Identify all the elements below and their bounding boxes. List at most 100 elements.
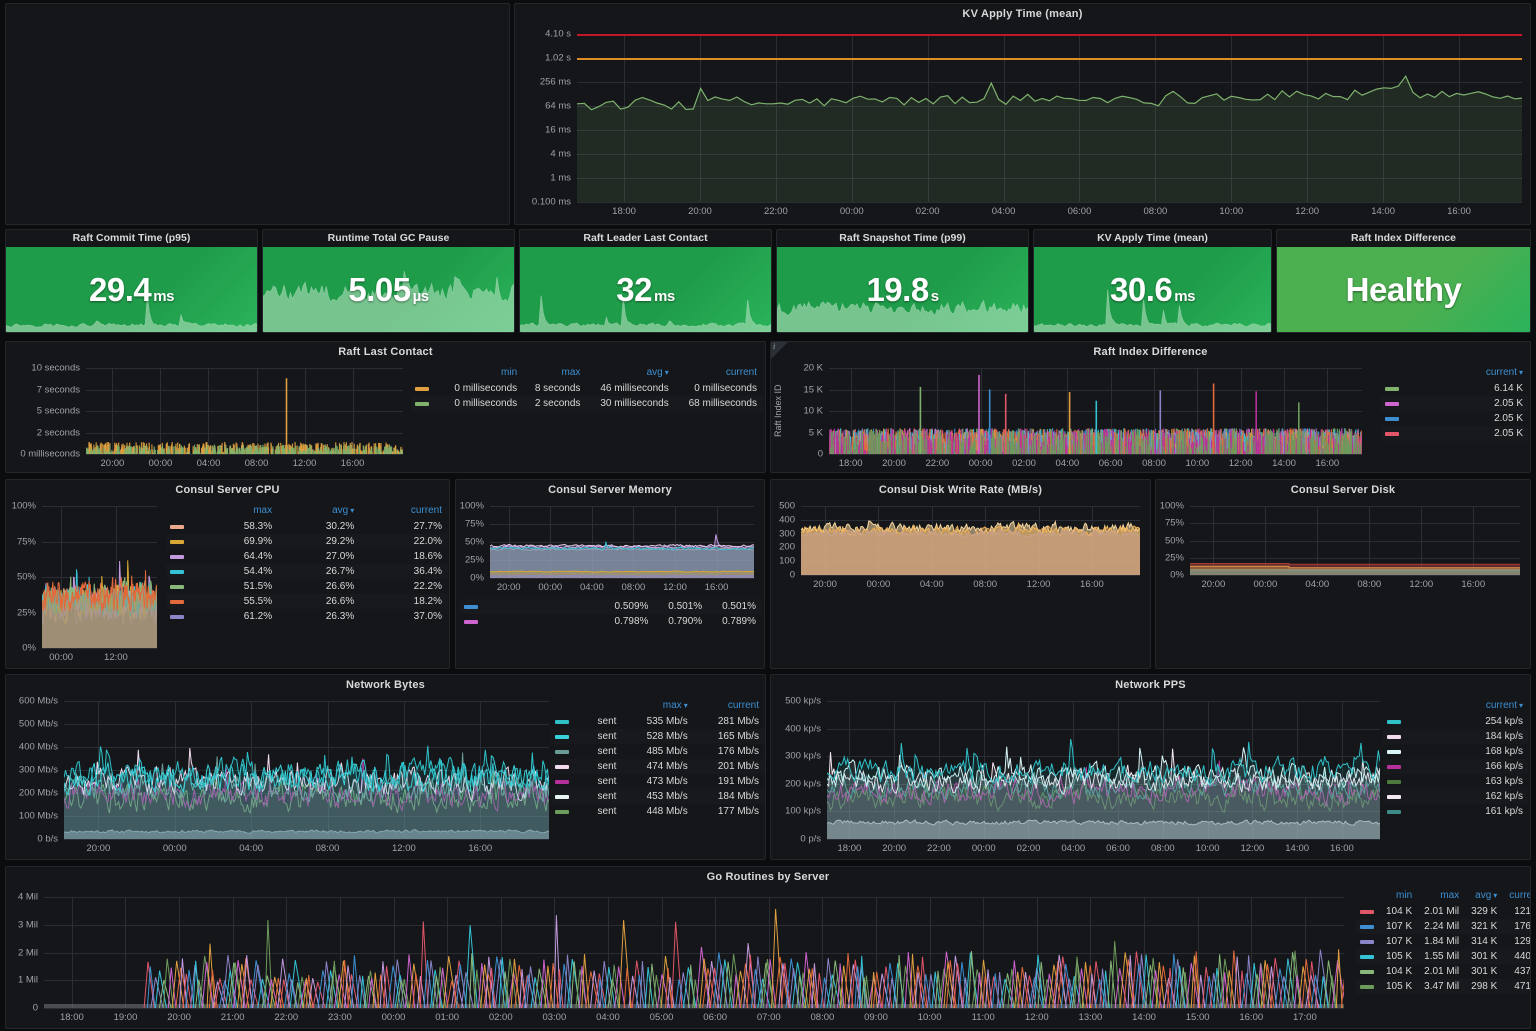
- series-bar: [310, 449, 312, 454]
- series-bar: [140, 447, 142, 454]
- x-axis-tick: 00:00: [148, 458, 173, 469]
- x-axis-tick: 20:00: [688, 206, 712, 217]
- series-bar: [328, 447, 330, 454]
- series-bar: [248, 447, 250, 454]
- series-bar: [364, 450, 366, 454]
- series-path: [577, 76, 1522, 202]
- series-bar: [124, 448, 126, 454]
- series-bar: [311, 449, 314, 454]
- series-bar: [388, 444, 390, 454]
- gridline-horizontal: [86, 454, 403, 455]
- panel-empty[interactable]: [5, 3, 510, 225]
- series-bar: [305, 451, 307, 454]
- series-bar: [342, 449, 345, 454]
- panel-kv-apply-time-graph[interactable]: KV Apply Time (mean) 4.10 s 1.02 s 256 ms 6…: [514, 3, 1531, 225]
- series-bar: [368, 442, 370, 454]
- series-bar: [121, 444, 123, 454]
- series-bar: [384, 446, 386, 454]
- legend-row[interactable]: 0 milliseconds 8 seconds 46 milliseconds 0 …: [411, 381, 763, 396]
- stat-panel-raft-leader-last-contact[interactable]: Raft Leader Last Contact 32 ms: [519, 229, 772, 333]
- series-bar: [211, 445, 213, 454]
- panel-raft-last-contact-title: Raft Last Contact: [338, 346, 433, 358]
- stat-panel-body: Healthy: [1277, 247, 1530, 332]
- series-bar: [189, 452, 191, 454]
- series-bar: [390, 447, 392, 454]
- series-bar: [346, 450, 348, 454]
- series-bar: [135, 447, 137, 454]
- series-bar: [927, 436, 929, 454]
- series-bar: [163, 452, 165, 454]
- stat-panel-raft-index-difference[interactable]: iRaft Index DifferenceHealthy: [1276, 229, 1531, 333]
- series-bar: [239, 450, 241, 454]
- x-axis-tick: 08:00: [244, 458, 269, 469]
- series-bar: [112, 451, 114, 454]
- series-bar: [348, 451, 350, 454]
- legend-sort-header-current[interactable]: current: [675, 366, 763, 381]
- series-bar: [275, 452, 277, 454]
- legend-sort-header-min[interactable]: min: [441, 366, 523, 381]
- stat-panel-runtime-total-gc-pause[interactable]: Runtime Total GC Pause 5.05 µs: [262, 229, 515, 333]
- series-bar: [358, 445, 360, 454]
- x-axis-tick: 08:00: [1142, 458, 1166, 469]
- series-bar: [107, 452, 109, 454]
- series-bar: [194, 447, 196, 454]
- series-bar: [381, 451, 383, 454]
- y-axis-tick: 0 milliseconds: [20, 448, 80, 460]
- series-bar: [114, 442, 116, 454]
- series-bar: [1114, 432, 1116, 454]
- y-axis-tick: 0.100 ms: [531, 196, 571, 208]
- y-axis-tick: 1 ms: [550, 172, 571, 184]
- series-bar: [299, 450, 301, 454]
- series-bar: [380, 449, 382, 454]
- series-bar: [266, 451, 268, 454]
- plot-area: [86, 378, 403, 454]
- y-axis-tick: 10 seconds: [31, 362, 80, 374]
- series-bar: [258, 451, 260, 454]
- panel-raft-last-contact[interactable]: Raft Last Contact 10 seconds 7 seconds 5 s…: [5, 341, 766, 473]
- legend-color-swatch[interactable]: [415, 402, 429, 406]
- panel-raft-index-difference-graph[interactable]: i Raft Index Difference 20 K 15 K 10 K5 K0…: [770, 341, 1531, 473]
- x-axis-tick: 06:00: [1098, 458, 1123, 469]
- series-bar: [176, 450, 178, 454]
- series-bar: [204, 451, 206, 454]
- series-bar: [232, 447, 234, 454]
- stat-panel-raft-commit-time-p95[interactable]: Raft Commit Time (p95) 29.4 ms: [5, 229, 258, 333]
- series-bar: [254, 446, 256, 454]
- series-bar: [402, 451, 403, 454]
- legend-color-swatch[interactable]: [415, 387, 429, 391]
- series-bar: [244, 448, 246, 454]
- stat-panel-kv-apply-time-mean[interactable]: KV Apply Time (mean) 30.6 ms: [1033, 229, 1272, 333]
- info-icon[interactable]: i: [773, 342, 775, 351]
- legend-sort-header-avg[interactable]: avg ▾: [586, 366, 674, 381]
- legend-value-avg: 30 milliseconds: [600, 398, 669, 409]
- stat-panel-value: 30.6 ms: [1110, 270, 1195, 308]
- x-axis-tick: 18:00: [612, 206, 636, 217]
- series-bar: [181, 447, 183, 454]
- raft-last-contact-legend[interactable]: min max avg ▾ current 0 milliseconds 8 seconds…: [411, 366, 763, 411]
- stat-panel-value: 19.8 s: [866, 270, 939, 308]
- series-bar: [98, 448, 100, 454]
- legend-swatch-cell[interactable]: [411, 381, 441, 396]
- series-bar: [226, 448, 229, 454]
- x-axis-tick: 02:00: [915, 206, 940, 217]
- legend-swatch-cell[interactable]: [411, 396, 441, 411]
- series-bar: [1281, 435, 1283, 454]
- series-bar: [198, 444, 200, 454]
- stat-panel-unit: µs: [412, 287, 430, 305]
- series-bar: [306, 452, 308, 454]
- legend-sort-header-max[interactable]: max: [523, 366, 586, 381]
- series-bar: [142, 452, 144, 454]
- stat-panel-raft-snapshot-time-p99[interactable]: Raft Snapshot Time (p99) 19.8 s: [776, 229, 1029, 333]
- legend-row[interactable]: 0 milliseconds 2 seconds 30 milliseconds 68…: [411, 396, 763, 411]
- stat-panel-unit: ms: [654, 287, 675, 305]
- series-bar: [196, 450, 198, 454]
- series-bar: [200, 452, 202, 454]
- x-axis-tick: 04:00: [991, 206, 1016, 217]
- series-bar: [369, 450, 371, 454]
- series-bar: [224, 445, 227, 454]
- x-axis-tick: 12:00: [1295, 206, 1320, 217]
- series-bar: [165, 452, 167, 454]
- series-bar: [209, 446, 211, 454]
- kv-apply-time-chart[interactable]: 4.10 s 1.02 s 256 ms 64 ms 16 ms 4 ms 1 ms 0.10…: [515, 24, 1530, 224]
- series-bar: [145, 445, 147, 454]
